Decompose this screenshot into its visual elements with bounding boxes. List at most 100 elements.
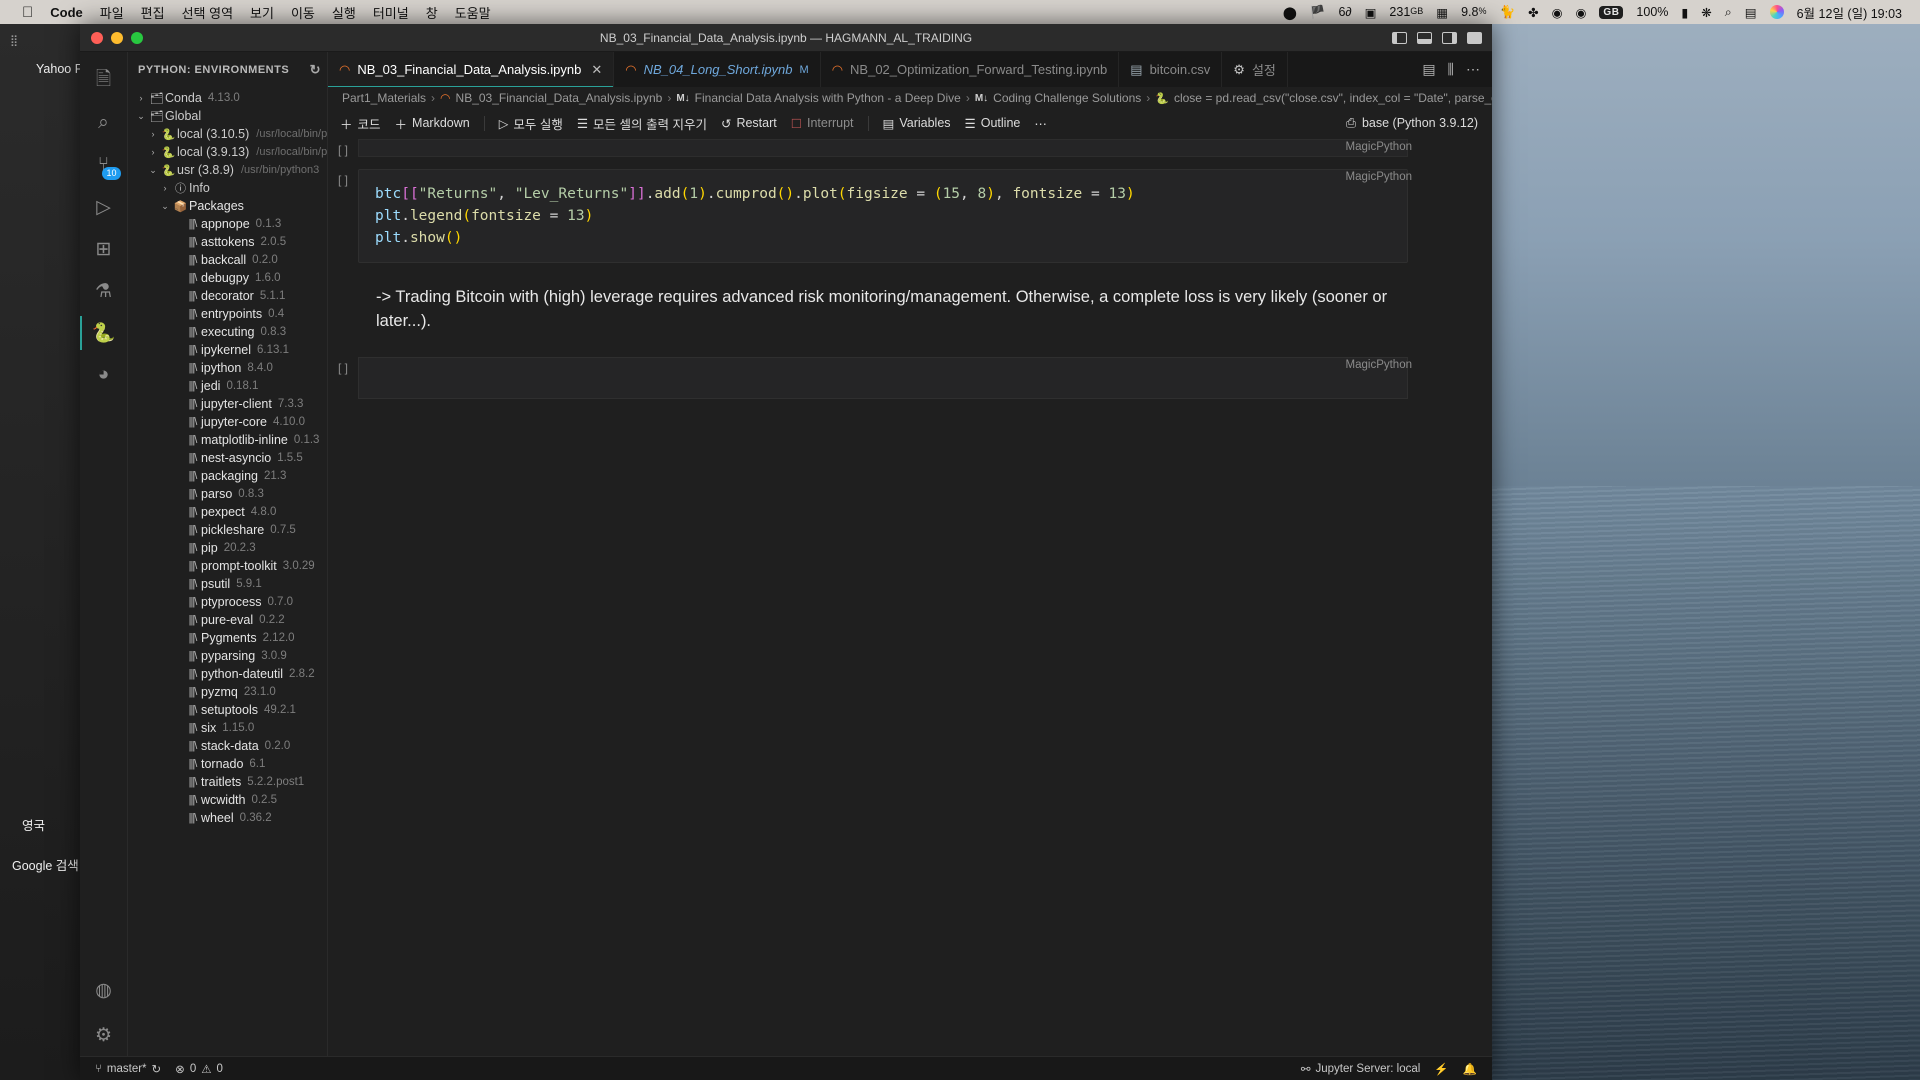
activity-bar-item-accounts[interactable]: ◍ xyxy=(80,972,128,1014)
breadcrumb-item[interactable]: Part1_Materials xyxy=(342,91,426,105)
minimize-window-button[interactable] xyxy=(111,31,123,44)
chevron-icon[interactable]: › xyxy=(146,147,160,157)
sidebar-tree-item[interactable]: |||\ pip 20.2.3 xyxy=(128,539,327,557)
sidebar-tree-item[interactable]: |||\ traitlets 5.2.2.post1 xyxy=(128,773,327,791)
cell-language-label[interactable]: MagicPython xyxy=(1346,171,1412,183)
refresh-icon[interactable]: ↻ xyxy=(310,62,321,78)
breadcrumb-item[interactable]: close = pd.read_csv("close.csv", index_c… xyxy=(1174,91,1492,105)
bluetooth-icon[interactable]: ✤ xyxy=(1528,5,1538,20)
activity-bar-item-explorer[interactable]: 🗎 xyxy=(80,60,128,102)
menu-item-terminal[interactable]: 터미널 xyxy=(373,3,409,22)
add-markdown-cell-button[interactable]: ＋ Markdown xyxy=(395,114,470,133)
control-center-icon[interactable]: ▤ xyxy=(1745,5,1757,20)
notebook-cell[interactable]: -> Trading Bitcoin with (high) leverage … xyxy=(328,273,1492,345)
notebook-cell[interactable]: [ ] btc[["Returns", "Lev_Returns"]].add(1… xyxy=(328,169,1492,263)
flag-icon[interactable]: 🏴 xyxy=(1310,5,1326,20)
menu-item-selection[interactable]: 선택 영역 xyxy=(182,3,233,22)
notebook-cell[interactable]: [ ] MagicPython xyxy=(328,357,1492,399)
input-source-badge[interactable]: GB xyxy=(1599,5,1624,19)
clear-all-outputs-button[interactable]: ☰ 모든 셀의 출력 지우기 xyxy=(577,114,707,133)
sidebar-tree-item[interactable]: |||\ pyzmq 23.1.0 xyxy=(128,683,327,701)
play-circle-icon[interactable]: ◉ xyxy=(1552,5,1563,20)
cat-icon[interactable]: 🐈 xyxy=(1500,5,1516,20)
menu-item-run[interactable]: 실행 xyxy=(332,3,356,22)
sidebar-tree-item[interactable]: |||\ ptyprocess 0.7.0 xyxy=(128,593,327,611)
sidebar-tree-item[interactable]: |||\ matplotlib-inline 0.1.3 xyxy=(128,431,327,449)
sidebar-tree-item[interactable]: |||\ wcwidth 0.2.5 xyxy=(128,791,327,809)
activity-bar-item-testing[interactable]: ⚗ xyxy=(80,270,128,312)
user-circle-icon[interactable]: ◉ xyxy=(1576,5,1587,20)
sidebar-tree-item[interactable]: |||\ prompt-toolkit 3.0.29 xyxy=(128,557,327,575)
activity-bar-item-github[interactable]: ◕ xyxy=(80,354,128,396)
close-window-button[interactable] xyxy=(91,31,103,44)
sidebar-tree-item[interactable]: ⌄ 🐍 usr (3.8.9) /usr/bin/python3 xyxy=(128,161,327,179)
activity-bar-item-run-debug[interactable]: ▷ xyxy=(80,186,128,228)
sidebar-tree-item[interactable]: |||\ pickleshare 0.7.5 xyxy=(128,521,327,539)
cell-execution-count[interactable] xyxy=(328,273,358,277)
variables-button[interactable]: ▤ Variables xyxy=(883,116,951,131)
close-tab-icon[interactable]: ✕ xyxy=(591,62,602,78)
status-remote[interactable]: ⚡ xyxy=(1427,1062,1455,1076)
notebook-cell[interactable]: [ ] MagicPython xyxy=(328,139,1492,157)
cell-language-label[interactable]: MagicPython xyxy=(1346,359,1412,371)
cell-body[interactable] xyxy=(358,139,1408,157)
wifi-icon[interactable]: ❋ xyxy=(1701,5,1711,20)
editor-tab[interactable]: ◠ NB_02_Optimization_Forward_Testing.ipyn… xyxy=(821,52,1120,87)
sidebar-tree-item[interactable]: ⌄ 🗂 Global xyxy=(128,107,327,125)
sidebar-tree-item[interactable]: |||\ backcall 0.2.0 xyxy=(128,251,327,269)
restart-kernel-button[interactable]: ↺ Restart xyxy=(721,116,777,131)
status-branch[interactable]: ⑂ master* ↻ xyxy=(88,1062,168,1076)
sidebar-tree-item[interactable]: |||\ Pygments 2.12.0 xyxy=(128,629,327,647)
sidebar-tree-item[interactable]: › ⓘ Info xyxy=(128,179,327,197)
sidebar-tree-item[interactable]: ›🐍local (3.9.13) /usr/local/bin/p... xyxy=(128,143,328,161)
menu-item-view[interactable]: 보기 xyxy=(250,3,274,22)
run-all-button[interactable]: ▷ 모두 실행 xyxy=(499,114,563,133)
status-notifications[interactable]: 🔔 xyxy=(1456,1062,1484,1076)
sidebar-tree-item[interactable]: |||\ ipython 8.4.0 xyxy=(128,359,327,377)
sidebar-tree-item[interactable]: |||\ decorator 5.1.1 xyxy=(128,287,327,305)
customize-layout-icon[interactable] xyxy=(1467,31,1482,44)
menu-bar-clock[interactable]: 6월 12일 (일) 19:03 xyxy=(1797,3,1902,22)
activity-bar-item-python-environments[interactable]: 🐍 xyxy=(79,312,128,354)
breadcrumb-item[interactable]: Coding Challenge Solutions xyxy=(993,91,1141,105)
menu-item-file[interactable]: 파일 xyxy=(100,3,124,22)
sidebar-tree-item[interactable]: |||\ setuptools 49.2.1 xyxy=(128,701,327,719)
chevron-icon[interactable]: › xyxy=(134,93,148,103)
editor-tab[interactable]: ◠ NB_04_Long_Short.ipynb M xyxy=(614,52,821,87)
chevron-icon[interactable]: ⌄ xyxy=(146,165,160,176)
outline-button[interactable]: ☰ Outline xyxy=(965,116,1021,131)
gear-icon[interactable]: ▤ xyxy=(1422,61,1435,78)
cell-body[interactable]: btc[["Returns", "Lev_Returns"]].add(1).c… xyxy=(358,169,1408,263)
sidebar-tree-item[interactable]: |||\ executing 0.8.3 xyxy=(128,323,327,341)
cell-execution-count[interactable]: [ ] xyxy=(328,139,358,157)
cell-body[interactable] xyxy=(358,357,1408,399)
activity-bar-item-search[interactable]: ⌕ xyxy=(80,102,128,144)
split-editor-icon[interactable]: ⫼ xyxy=(1448,61,1454,78)
desktop-item-uk[interactable]: 영국 xyxy=(22,815,45,834)
menu-item-help[interactable]: 도움말 xyxy=(455,3,491,22)
sidebar-tree-item[interactable]: |||\ python-dateutil 2.8.2 xyxy=(128,665,327,683)
more-actions-icon[interactable]: ⋯ xyxy=(1466,61,1480,78)
chevron-icon[interactable]: ⌄ xyxy=(158,201,172,212)
chevron-icon[interactable]: › xyxy=(146,129,160,139)
interrupt-button[interactable]: ☐ Interrupt xyxy=(791,116,854,131)
editor-tab[interactable]: ⚙ 설정 xyxy=(1222,52,1288,87)
sidebar-tree-item[interactable]: |||\ wheel 0.36.2 xyxy=(128,809,327,827)
sidebar-tree-item[interactable]: |||\ parso 0.8.3 xyxy=(128,485,327,503)
sidebar-tree-item[interactable]: |||\ appnope 0.1.3 xyxy=(128,215,327,233)
sidebar-tree-item[interactable]: |||\ ipykernel 6.13.1 xyxy=(128,341,327,359)
toggle-primary-sidebar-icon[interactable] xyxy=(1392,31,1407,44)
breadcrumb-item[interactable]: NB_03_Financial_Data_Analysis.ipynb xyxy=(456,91,663,105)
cell-language-label[interactable]: MagicPython xyxy=(1346,141,1412,153)
maximize-window-button[interactable] xyxy=(131,31,143,44)
menu-item-go[interactable]: 이동 xyxy=(291,3,315,22)
sidebar-tree-item[interactable]: |||\ pure-eval 0.2.2 xyxy=(128,611,327,629)
activity-bar-item-extensions[interactable]: ⊞ xyxy=(80,228,128,270)
menu-item-window[interactable]: 창 xyxy=(426,3,438,22)
menu-item-edit[interactable]: 편집 xyxy=(141,3,165,22)
sidebar-tree-item[interactable]: |||\ asttokens 2.0.5 xyxy=(128,233,327,251)
siri-icon[interactable] xyxy=(1769,5,1784,19)
sidebar-tree-item[interactable]: |||\ debugpy 1.6.0 xyxy=(128,269,327,287)
sidebar-tree-item[interactable]: |||\ six 1.15.0 xyxy=(128,719,327,737)
breadcrumb-item[interactable]: Financial Data Analysis with Python - a … xyxy=(695,91,961,105)
